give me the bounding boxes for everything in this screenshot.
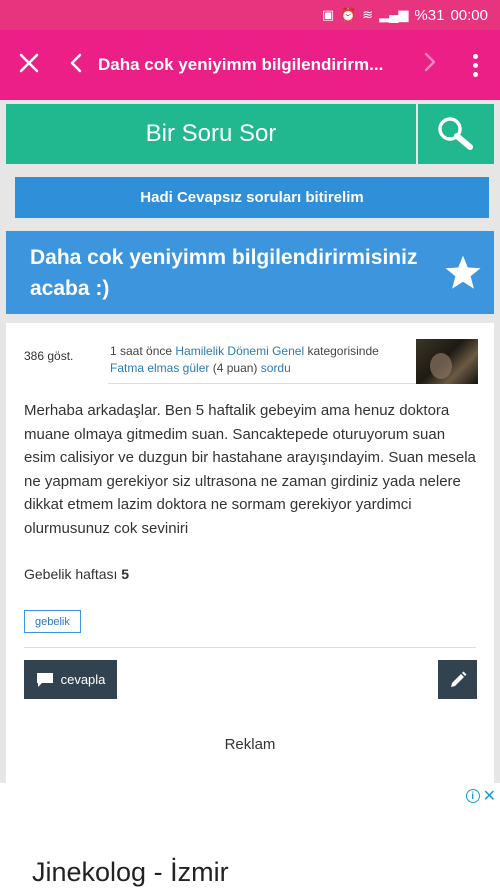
pregnancy-week-label: Gebelik haftası xyxy=(24,566,118,582)
edit-button[interactable] xyxy=(438,660,477,699)
pregnancy-week: Gebelik haftası 5 xyxy=(24,566,129,582)
answer-button[interactable]: cevapla xyxy=(24,660,117,699)
ask-question-button[interactable]: Bir Soru Sor xyxy=(6,104,416,164)
unanswered-questions-button[interactable]: Hadi Cevapsız soruları bitirelim xyxy=(15,177,489,218)
search-icon xyxy=(438,117,473,150)
asked-link[interactable]: sordu xyxy=(261,361,291,375)
pencil-icon xyxy=(450,671,466,687)
star-icon xyxy=(445,255,481,289)
avatar[interactable] xyxy=(416,339,478,384)
notification-icon: ▣ xyxy=(321,7,335,22)
battery-level: %31 xyxy=(414,6,445,24)
ad-choices[interactable]: i ✕ xyxy=(465,786,496,806)
category-suffix: kategorisinde xyxy=(307,344,379,358)
chevron-left-icon[interactable] xyxy=(58,50,94,81)
meta-divider xyxy=(108,383,416,384)
wifi-icon: ≋ xyxy=(362,7,374,22)
pregnancy-week-value: 5 xyxy=(121,566,130,582)
ad-banner[interactable]: i ✕ Jinekolog - İzmir xyxy=(0,783,500,888)
category-link[interactable]: Hamilelik Dönemi Genel xyxy=(175,344,304,358)
app-bar: Daha cok yeniyimm bilgilendirirm... xyxy=(0,30,500,100)
more-vertical-icon[interactable] xyxy=(450,53,500,77)
tag-gebelik[interactable]: gebelik xyxy=(24,610,81,633)
close-ad-icon[interactable]: ✕ xyxy=(483,786,496,806)
view-count: 386 göst. xyxy=(24,349,74,363)
question-body: Merhaba arkadaşlar. Ben 5 haftalik gebey… xyxy=(24,402,476,537)
clock: 00:00 xyxy=(450,6,488,24)
favorite-button[interactable] xyxy=(432,254,494,292)
ad-label: Reklam xyxy=(224,736,276,753)
answer-label: cevapla xyxy=(60,672,106,687)
page-title: Daha cok yeniyimm bilgilendirirm... xyxy=(98,55,384,74)
question-title: Daha cok yeniyimm bilgilendirirmisiniz a… xyxy=(30,245,418,300)
ad-headline[interactable]: Jinekolog - İzmir xyxy=(32,857,229,888)
comment-icon xyxy=(36,672,53,687)
chevron-right-icon[interactable] xyxy=(410,51,450,80)
status-bar: ▣ ⏰ ≋ ▂▄▆ %31 00:00 xyxy=(0,0,500,30)
author-link[interactable]: Fatma elmas güler xyxy=(110,361,209,375)
time-ago: 1 saat önce xyxy=(110,344,173,358)
signal-icon: ▂▄▆ xyxy=(379,7,409,22)
author-points: (4 puan) xyxy=(212,361,258,375)
divider xyxy=(24,647,476,648)
ask-question-bar: Bir Soru Sor xyxy=(6,104,494,164)
question-header: Daha cok yeniyimm bilgilendirirmisiniz a… xyxy=(6,231,494,314)
search-button[interactable] xyxy=(416,104,494,164)
question-card: 386 göst. 1 saat önce Hamilelik Dönemi G… xyxy=(6,323,494,783)
info-icon[interactable]: i xyxy=(465,789,480,803)
close-icon[interactable] xyxy=(0,48,58,82)
asked-info: 1 saat önce Hamilelik Dönemi Genel kateg… xyxy=(110,343,416,377)
alarm-icon: ⏰ xyxy=(340,7,357,22)
